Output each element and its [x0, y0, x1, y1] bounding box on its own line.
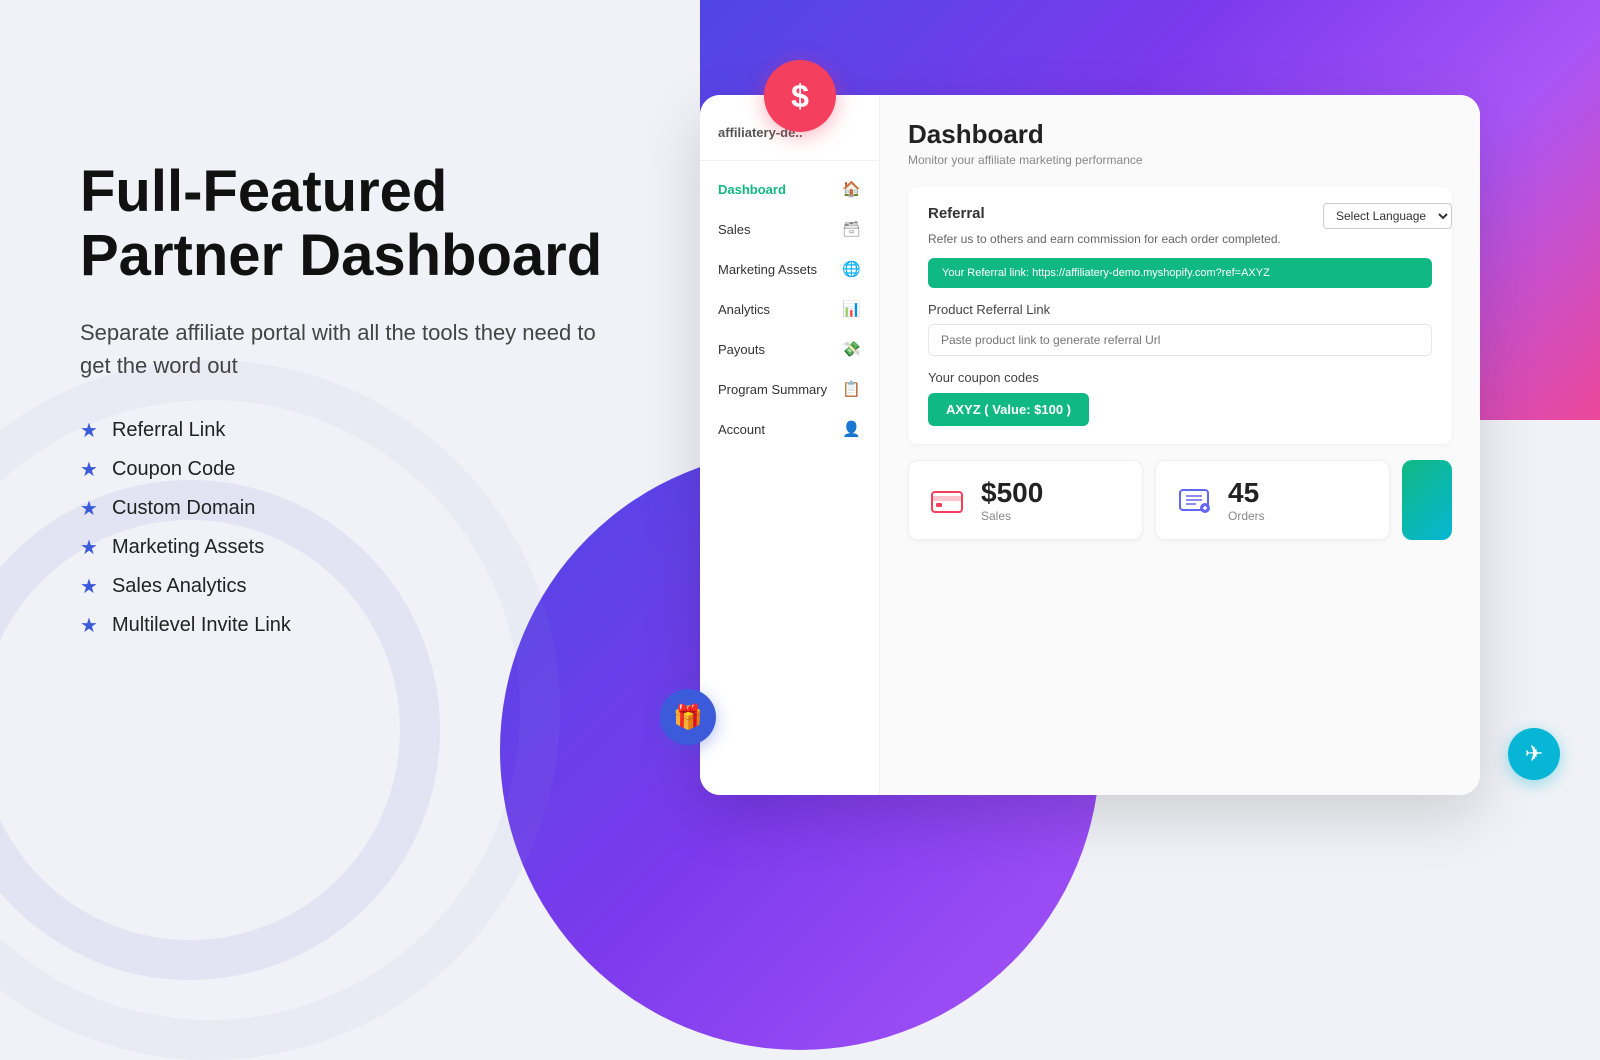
orders-stat-icon [1174, 480, 1214, 520]
hero-title: Full-Featured Partner Dashboard [80, 160, 620, 288]
stat-card-partial [1402, 460, 1452, 540]
star-icon: ★ [80, 496, 98, 521]
feature-item: ★Sales Analytics [80, 574, 620, 599]
orders-stat-info: 45 Orders [1228, 477, 1265, 523]
sales-stat-info: $500 Sales [981, 477, 1043, 523]
summary-icon: 📋 [842, 380, 861, 398]
star-icon: ★ [80, 418, 98, 443]
dollar-badge: $ [764, 60, 836, 132]
referral-description: Refer us to others and earn commission f… [928, 232, 1432, 246]
feature-item: ★Coupon Code [80, 457, 620, 482]
page-subtitle: Monitor your affiliate marketing perform… [908, 153, 1452, 167]
stats-row: $500 Sales 45 [908, 460, 1452, 540]
analytics-icon: 📊 [842, 300, 861, 318]
payouts-icon: 💸 [842, 340, 861, 358]
sales-label: Sales [981, 509, 1043, 523]
sidebar-item-payouts[interactable]: Payouts 💸 [700, 329, 879, 369]
sidebar-item-marketing-assets[interactable]: Marketing Assets 🌐 [700, 249, 879, 289]
main-content: Select Language English Spanish French D… [880, 95, 1480, 795]
sidebar-item-sales[interactable]: Sales 🗃 [700, 209, 879, 249]
language-selector-wrapper[interactable]: Select Language English Spanish French [1323, 203, 1452, 229]
page-header: Dashboard Monitor your affiliate marketi… [908, 119, 1452, 167]
orders-value: 45 [1228, 477, 1265, 509]
send-badge: ✈ [1508, 728, 1560, 780]
gift-badge: 🎁 [660, 689, 716, 745]
star-icon: ★ [80, 535, 98, 560]
product-link-label: Product Referral Link [928, 302, 1432, 317]
sales-value: $500 [981, 477, 1043, 509]
star-icon: ★ [80, 613, 98, 638]
left-panel: Full-Featured Partner Dashboard Separate… [0, 0, 680, 900]
orders-label: Orders [1228, 509, 1265, 523]
assets-icon: 🌐 [842, 260, 861, 278]
sidebar-item-analytics[interactable]: Analytics 📊 [700, 289, 879, 329]
stat-card-sales: $500 Sales [908, 460, 1143, 540]
sales-icon: 🗃 [842, 220, 861, 238]
coupon-label: Your coupon codes [928, 370, 1432, 385]
feature-item: ★Referral Link [80, 418, 620, 443]
star-icon: ★ [80, 574, 98, 599]
feature-item: ★Multilevel Invite Link [80, 613, 620, 638]
star-icon: ★ [80, 457, 98, 482]
sidebar-item-program-summary[interactable]: Program Summary 📋 [700, 369, 879, 409]
hero-subtitle: Separate affiliate portal with all the t… [80, 316, 600, 382]
feature-item: ★Marketing Assets [80, 535, 620, 560]
feature-list: ★Referral Link ★Coupon Code ★Custom Domain… [80, 418, 620, 638]
dashboard-card: affiliatery-de.. Dashboard 🏠 Sales 🗃 Mar… [700, 95, 1480, 795]
stat-card-orders: 45 Orders [1155, 460, 1390, 540]
language-select[interactable]: Select Language English Spanish French [1323, 203, 1452, 229]
sales-stat-icon [927, 480, 967, 520]
page-title: Dashboard [908, 119, 1452, 150]
sidebar-item-account[interactable]: Account 👤 [700, 409, 879, 449]
feature-item: ★Custom Domain [80, 496, 620, 521]
referral-link-box[interactable]: Your Referral link: https://affiliatery-… [928, 258, 1432, 288]
sidebar-item-dashboard[interactable]: Dashboard 🏠 [700, 169, 879, 209]
account-icon: 👤 [842, 420, 861, 438]
coupon-badge[interactable]: AXYZ ( Value: $100 ) [928, 393, 1089, 426]
product-link-input[interactable] [928, 324, 1432, 356]
sidebar: affiliatery-de.. Dashboard 🏠 Sales 🗃 Mar… [700, 95, 880, 795]
home-icon: 🏠 [842, 180, 861, 198]
